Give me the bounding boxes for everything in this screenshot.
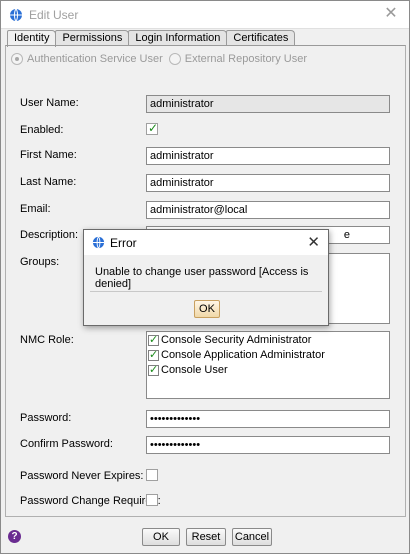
list-item[interactable]: ✓ Console User <box>147 363 389 377</box>
window-title: Edit User <box>29 8 79 22</box>
enabled-label: Enabled: <box>20 124 64 136</box>
tab-permissions[interactable]: Permissions <box>55 30 130 46</box>
nmc-role-list: ✓ Console Security Administrator ✓ Conso… <box>146 331 390 399</box>
radio-auth-service-user-label: Authentication Service User <box>27 53 163 65</box>
check-icon: ✓ <box>148 121 159 135</box>
check-icon: ✓ <box>149 333 159 346</box>
auth-source-radios: Authentication Service User External Rep… <box>11 53 313 65</box>
role-checkbox[interactable]: ✓ <box>148 363 159 376</box>
role-label: Console Security Administrator <box>161 334 312 346</box>
globe-icon <box>10 8 22 22</box>
user-name-label: User Name: <box>20 97 79 109</box>
list-item[interactable]: ✓ Console Application Administrator <box>147 348 389 362</box>
role-label: Console User <box>161 364 228 376</box>
radio-external-repository-user-label: External Repository User <box>184 53 308 65</box>
error-ok-button[interactable]: OK <box>194 300 220 318</box>
role-checkbox[interactable]: ✓ <box>148 333 159 346</box>
enabled-checkbox[interactable]: ✓ <box>146 121 159 135</box>
email-label: Email: <box>20 203 51 215</box>
bottom-bar: ? OK Reset Cancel <box>1 519 409 553</box>
groups-label: Groups: <box>20 256 60 268</box>
password-field[interactable]: ••••••••••••• <box>146 410 390 428</box>
error-dialog-title: Error <box>110 236 137 250</box>
tab-bar: Identity Permissions Login Information C… <box>7 30 296 47</box>
never-expires-label: Password Never Expires: <box>20 470 144 482</box>
last-name-field[interactable]: administrator <box>146 174 390 192</box>
globe-icon <box>92 236 105 249</box>
change-required-label: Password Change Required: <box>20 495 161 507</box>
user-name-field: administrator <box>146 95 390 113</box>
password-label: Password: <box>20 412 72 424</box>
divider <box>90 291 322 292</box>
edit-user-window: Edit User ✕ Identity Permissions Login I… <box>0 0 410 554</box>
ok-button[interactable]: OK <box>142 528 180 546</box>
radio-auth-service-user[interactable] <box>11 53 23 65</box>
check-icon: ✓ <box>149 363 159 376</box>
cancel-button[interactable]: Cancel <box>232 528 272 546</box>
confirm-password-field[interactable]: ••••••••••••• <box>146 436 390 454</box>
role-checkbox[interactable]: ✓ <box>148 348 159 361</box>
reset-button[interactable]: Reset <box>186 528 226 546</box>
first-name-field[interactable]: administrator <box>146 147 390 165</box>
title-bar: Edit User ✕ <box>1 1 409 29</box>
tab-certificates[interactable]: Certificates <box>226 30 296 46</box>
email-field[interactable]: administrator@local <box>146 201 390 219</box>
last-name-label: Last Name: <box>20 176 77 188</box>
check-icon: ✓ <box>149 348 159 361</box>
close-icon[interactable]: ✕ <box>307 233 320 251</box>
help-icon[interactable]: ? <box>8 530 21 543</box>
list-item[interactable]: ✓ Console Security Administrator <box>147 333 389 347</box>
first-name-label: First Name: <box>20 149 77 161</box>
tab-login-information[interactable]: Login Information <box>128 30 228 46</box>
description-label: Description: <box>20 229 79 241</box>
close-icon[interactable]: ✕ <box>383 6 399 22</box>
never-expires-checkbox[interactable] <box>146 469 158 481</box>
error-dialog: Error ✕ Unable to change user password [… <box>83 229 329 326</box>
confirm-password-label: Confirm Password: <box>20 438 113 450</box>
nmc-role-label: NMC Role: <box>20 334 74 346</box>
change-required-checkbox[interactable] <box>146 494 158 506</box>
role-label: Console Application Administrator <box>161 349 325 361</box>
radio-external-repository-user[interactable] <box>168 53 181 65</box>
error-message: Unable to change user password [Access i… <box>95 266 309 290</box>
error-dialog-title-bar: Error ✕ <box>84 230 328 255</box>
